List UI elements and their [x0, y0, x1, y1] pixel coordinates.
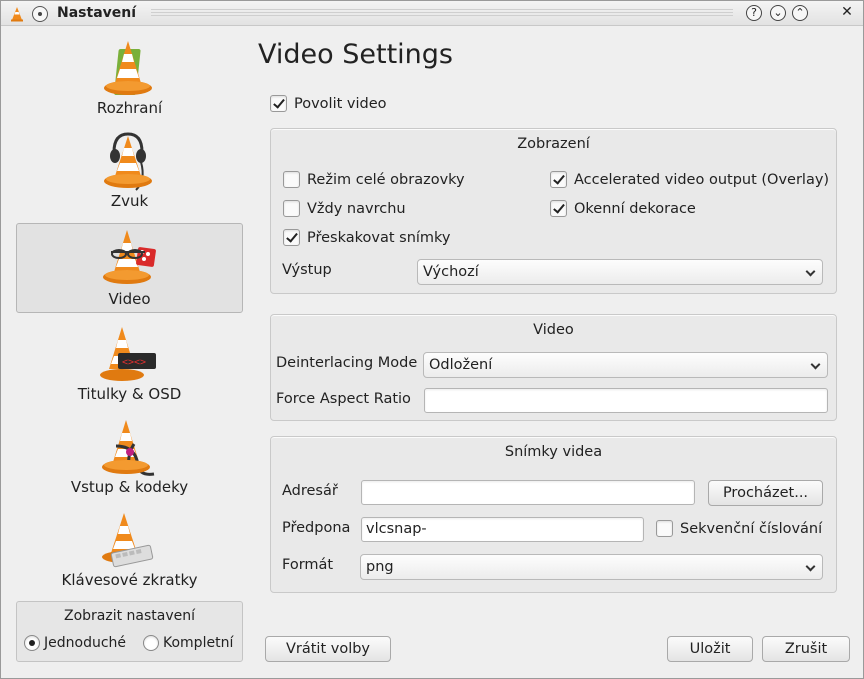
minimize-button[interactable]: ⌄: [770, 5, 786, 21]
sequential-numbering-checkbox[interactable]: Sekvenční číslování: [656, 520, 822, 537]
title-bar[interactable]: Nastavení ? ⌄ ⌃ ✕: [1, 1, 863, 26]
vlc-cone-headphones-icon: [104, 132, 152, 191]
chevron-down-icon: [805, 266, 816, 277]
radio-simple-label: Jednoduché: [44, 635, 127, 651]
sidebar-item-label: Vstup & kodeky: [70, 478, 189, 496]
prefix-label: Předpona: [282, 520, 351, 536]
accelerated-output-checkbox[interactable]: Accelerated video output (Overlay): [550, 171, 829, 188]
close-button[interactable]: ✕: [839, 5, 855, 21]
radio-complete[interactable]: Kompletní: [143, 635, 233, 651]
directory-label: Adresář: [282, 483, 338, 499]
category-sidebar: Rozhraní Zvuk Video <><> Titulky & OSD V…: [15, 31, 245, 596]
window-title: Nastavení: [57, 5, 137, 21]
fullscreen-checkbox[interactable]: Režim celé obrazovky: [283, 171, 465, 188]
help-button[interactable]: ?: [746, 5, 762, 21]
cancel-button[interactable]: Zrušit: [762, 636, 850, 662]
radio-complete-label: Kompletní: [163, 635, 234, 651]
output-label: Výstup: [282, 262, 332, 278]
fullscreen-box[interactable]: [283, 171, 300, 188]
sidebar-item-subtitles[interactable]: <><> Titulky & OSD: [16, 317, 243, 407]
skip-frames-box[interactable]: [283, 229, 300, 246]
page-title: Video Settings: [258, 39, 453, 70]
svg-text:<><>: <><>: [122, 357, 146, 368]
sidebar-item-input-codecs[interactable]: Vstup & kodeky: [16, 410, 243, 500]
display-group-title: Zobrazení: [517, 136, 590, 152]
deinterlace-select[interactable]: Odložení: [423, 352, 828, 378]
enable-video-checkbox[interactable]: Povolit video: [270, 95, 387, 112]
enable-video-box[interactable]: [270, 95, 287, 112]
window-decorations-label: Okenní dekorace: [574, 200, 696, 217]
sidebar-item-label: Klávesové zkratky: [61, 571, 198, 589]
maximize-button[interactable]: ⌃: [792, 5, 808, 21]
sidebar-item-label: Video: [108, 290, 151, 308]
sidebar-item-label: Rozhraní: [96, 99, 163, 117]
save-button[interactable]: Uložit: [667, 636, 753, 662]
vlc-cone-glasses-icon: [103, 230, 156, 284]
window-decorations-box[interactable]: [550, 200, 567, 217]
sequential-numbering-label: Sekvenční číslování: [680, 520, 823, 537]
enable-video-label: Povolit video: [294, 95, 387, 112]
window-menu-button[interactable]: [32, 6, 48, 22]
deinterlace-select-value: Odložení: [429, 357, 493, 373]
chevron-down-icon: [810, 359, 821, 370]
reset-preferences-button[interactable]: Vrátit volby: [265, 636, 391, 662]
accelerated-output-label: Accelerated video output (Overlay): [574, 171, 830, 188]
format-select[interactable]: png: [360, 554, 823, 580]
always-on-top-label: Vždy navrchu: [307, 200, 406, 217]
sidebar-item-audio[interactable]: Zvuk: [16, 124, 243, 214]
always-on-top-checkbox[interactable]: Vždy navrchu: [283, 200, 406, 217]
radio-simple[interactable]: Jednoduché: [24, 635, 126, 651]
accelerated-output-box[interactable]: [550, 171, 567, 188]
chevron-down-icon: [805, 561, 816, 572]
sidebar-item-hotkeys[interactable]: Klávesové zkratky: [16, 503, 243, 593]
settings-mode-group: Zobrazit nastavení Jednoduché Kompletní: [16, 601, 243, 662]
vlc-cone-subtitles-icon: <><>: [100, 327, 156, 381]
vlc-cone-cables-icon: [102, 420, 155, 476]
browse-button[interactable]: Procházet...: [708, 480, 823, 506]
video-group-title: Video: [533, 322, 574, 338]
format-select-value: png: [366, 559, 394, 575]
deinterlace-label: Deinterlacing Mode: [276, 355, 418, 371]
settings-mode-title: Zobrazit nastavení: [63, 608, 196, 624]
aspect-ratio-label: Force Aspect Ratio: [276, 391, 411, 407]
prefix-input[interactable]: vlcsnap-: [361, 517, 644, 542]
title-bar-grip: [151, 9, 733, 18]
sidebar-item-interface[interactable]: Rozhraní: [16, 31, 243, 121]
radio-simple-indicator[interactable]: [24, 635, 40, 651]
format-label: Formát: [282, 557, 334, 573]
output-select-value: Výchozí: [423, 264, 479, 280]
sidebar-item-video[interactable]: Video: [16, 223, 243, 313]
vlc-icon: [11, 7, 23, 22]
radio-complete-indicator[interactable]: [143, 635, 159, 651]
skip-frames-checkbox[interactable]: Přeskakovat snímky: [283, 229, 451, 246]
fullscreen-label: Režim celé obrazovky: [307, 171, 465, 188]
snapshots-group-title: Snímky videa: [504, 444, 603, 460]
sequential-numbering-box[interactable]: [656, 520, 673, 537]
aspect-ratio-input[interactable]: [424, 388, 828, 413]
sidebar-item-label: Titulky & OSD: [77, 385, 182, 403]
sidebar-item-label: Zvuk: [110, 192, 149, 210]
always-on-top-box[interactable]: [283, 200, 300, 217]
window-decorations-checkbox[interactable]: Okenní dekorace: [550, 200, 696, 217]
output-select[interactable]: Výchozí: [417, 259, 823, 285]
vlc-cone-keyboard-icon: [102, 513, 154, 568]
vlc-cone-interface-icon: [104, 41, 152, 95]
preferences-window: Nastavení ? ⌄ ⌃ ✕ Rozhraní Zvuk Video <>…: [0, 0, 864, 679]
directory-input[interactable]: [361, 480, 695, 505]
skip-frames-label: Přeskakovat snímky: [307, 229, 451, 246]
